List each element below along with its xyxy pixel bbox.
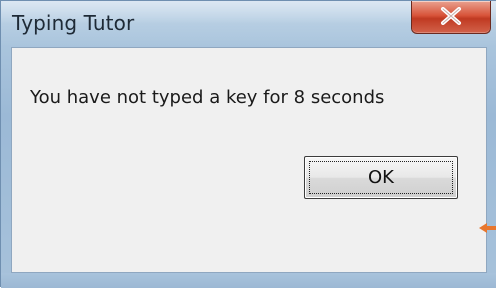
close-icon	[441, 7, 461, 25]
window-title: Typing Tutor	[12, 11, 135, 35]
window-bottom-frame	[1, 273, 496, 288]
arrow-pointer-icon	[479, 223, 496, 233]
dialog-window: Typing Tutor You have not typed a key fo…	[0, 0, 496, 288]
close-button[interactable]	[411, 1, 491, 34]
ok-button[interactable]: OK	[304, 156, 458, 199]
dialog-message: You have not typed a key for 8 seconds	[30, 87, 385, 108]
ok-button-label: OK	[368, 167, 394, 188]
